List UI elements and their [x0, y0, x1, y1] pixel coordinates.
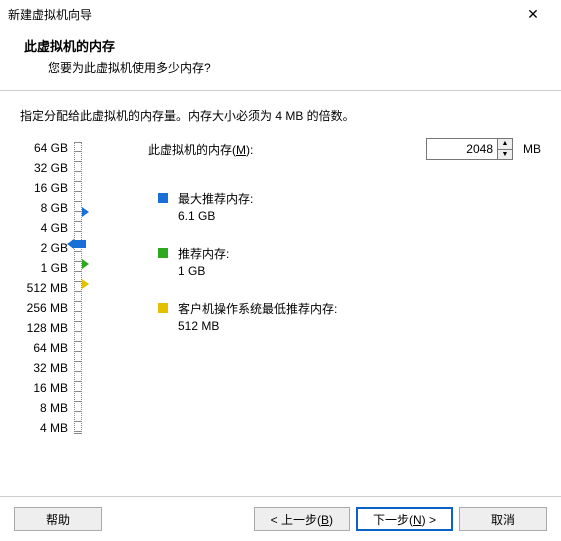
rec-swatch-icon [158, 248, 168, 258]
scale-tick: 4 MB [20, 418, 68, 438]
max-recommended: 最大推荐内存: 6.1 GB [158, 190, 541, 223]
scale-tick: 32 MB [20, 358, 68, 378]
min-recommended: 客户机操作系统最低推荐内存: 512 MB [158, 300, 541, 333]
scale-tick: 4 GB [20, 218, 68, 238]
max-rec-value: 6.1 GB [178, 209, 253, 223]
cancel-button[interactable]: 取消 [459, 507, 547, 531]
scale-tick: 2 GB [20, 238, 68, 258]
memory-unit: MB [523, 142, 541, 156]
scale-tick: 256 MB [20, 298, 68, 318]
recommended: 推荐内存: 1 GB [158, 245, 541, 278]
scale-tick: 16 GB [20, 178, 68, 198]
scale-tick: 128 MB [20, 318, 68, 338]
scale-tick: 32 GB [20, 158, 68, 178]
scale-tick: 64 MB [20, 338, 68, 358]
slider-thumb[interactable] [72, 240, 86, 248]
spin-down-icon[interactable]: ▼ [498, 150, 512, 160]
memory-label: 此虚拟机的内存(M): [148, 141, 420, 158]
page-title: 此虚拟机的内存 [24, 36, 561, 55]
scale-tick: 64 GB [20, 138, 68, 158]
close-icon[interactable]: ✕ [513, 2, 553, 26]
scale-tick: 16 MB [20, 378, 68, 398]
memory-slider[interactable] [74, 142, 82, 434]
memory-scale: 64 GB32 GB16 GB8 GB4 GB2 GB1 GB512 MB256… [20, 138, 88, 355]
page-subtitle: 您要为此虚拟机使用多少内存? [24, 59, 561, 76]
spin-up-icon[interactable]: ▲ [498, 139, 512, 150]
scale-tick: 8 GB [20, 198, 68, 218]
min-swatch-icon [158, 303, 168, 313]
memory-input[interactable] [427, 139, 497, 159]
rec-value: 1 GB [178, 264, 229, 278]
rec-title: 推荐内存: [178, 245, 229, 262]
min-rec-value: 512 MB [178, 319, 337, 333]
scale-tick: 512 MB [20, 278, 68, 298]
max-swatch-icon [158, 193, 168, 203]
window-title: 新建虚拟机向导 [8, 6, 92, 23]
scale-tick: 1 GB [20, 258, 68, 278]
help-button[interactable]: 帮助 [14, 507, 102, 531]
thumb-marker-icon [67, 239, 74, 249]
min-rec-title: 客户机操作系统最低推荐内存: [178, 300, 337, 317]
back-button[interactable]: < 上一步(B) [254, 507, 350, 531]
instruction-text: 指定分配给此虚拟机的内存量。内存大小必须为 4 MB 的倍数。 [0, 91, 561, 132]
max-rec-title: 最大推荐内存: [178, 190, 253, 207]
next-button[interactable]: 下一步(N) > [356, 507, 453, 531]
scale-tick: 8 MB [20, 398, 68, 418]
